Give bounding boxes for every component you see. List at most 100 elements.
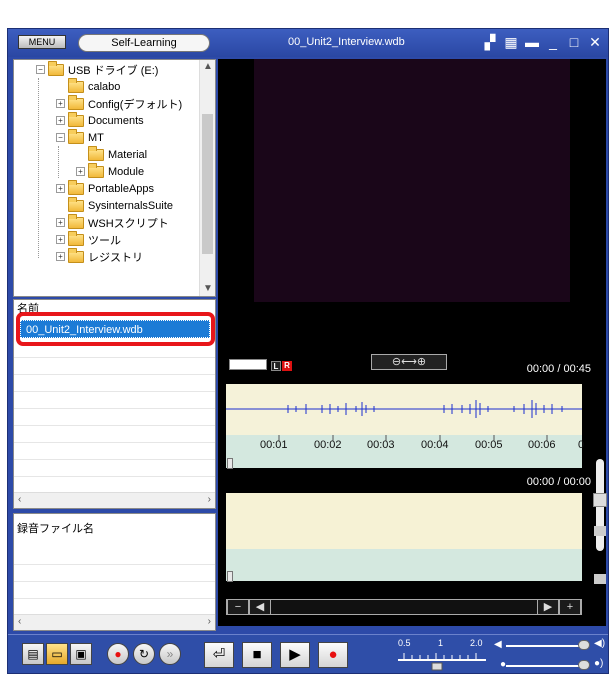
tree-item-tools[interactable]: + ツール: [56, 230, 121, 248]
row-divider: [14, 564, 215, 565]
expand-icon[interactable]: +: [56, 184, 65, 193]
open-folder-icon[interactable]: ▭: [46, 643, 68, 665]
speed-max-label: 2.0: [470, 638, 483, 648]
scroll-right-icon[interactable]: ▶: [537, 600, 559, 614]
tree-item-config[interactable]: + Config(デフォルト): [56, 94, 183, 112]
tree-item-documents[interactable]: + Documents: [56, 111, 144, 129]
channel-level-box: [229, 359, 267, 370]
scroll-down-icon[interactable]: ▼: [200, 282, 215, 296]
minimize-bar-icon[interactable]: ▬: [525, 34, 539, 50]
time-display-bottom: 00:00 / 00:00: [526, 476, 591, 488]
tree-item-label: ツール: [88, 234, 121, 247]
waveform-track[interactable]: [226, 384, 582, 435]
scroll-left-icon[interactable]: ‹: [18, 494, 21, 505]
window-title: 00_Unit2_Interview.wdb: [288, 36, 405, 48]
left-channel-toggle[interactable]: L: [271, 361, 281, 371]
folder-tree[interactable]: − USB ドライブ (E:) calabo + Config(デフォルト) +…: [13, 59, 216, 297]
tick-label: 00:03: [367, 439, 395, 451]
tree-item-label: Config(デフォルト): [88, 98, 183, 111]
recording-list-horizontal-scrollbar[interactable]: ‹ ›: [14, 614, 215, 630]
mic-volume-track[interactable]: [506, 665, 588, 667]
mode-selector[interactable]: Self-Learning: [78, 34, 210, 52]
highlight-annotation: [16, 312, 215, 346]
row-divider: [14, 442, 215, 443]
folder-icon: [68, 128, 84, 144]
collapse-icon[interactable]: −: [36, 65, 45, 74]
minimize-icon[interactable]: _: [546, 34, 560, 50]
row-divider: [14, 581, 215, 582]
expand-icon[interactable]: +: [56, 235, 65, 244]
volume-slider-knob[interactable]: [578, 640, 590, 650]
right-channel-toggle[interactable]: R: [282, 361, 292, 371]
repeat-icon[interactable]: ↻: [133, 643, 155, 665]
return-to-start-icon[interactable]: ⏎: [204, 642, 234, 668]
record-icon[interactable]: ●: [318, 642, 348, 668]
expand-icon[interactable]: +: [76, 167, 85, 176]
time-display-top: 00:00 / 00:45: [526, 363, 591, 375]
tree-item-label: calabo: [88, 80, 121, 93]
folder-icon: [68, 179, 84, 195]
save-icon[interactable]: [594, 574, 606, 584]
scroll-right-icon[interactable]: ›: [208, 616, 211, 627]
tree-item-usb-drive[interactable]: − USB ドライブ (E:): [36, 60, 159, 78]
speed-slider[interactable]: [396, 649, 488, 671]
document-icon[interactable]: ▤: [22, 643, 44, 665]
recording-list[interactable]: 録音ファイル名 ‹ ›: [13, 513, 216, 631]
mic-loud-icon: ●): [594, 658, 604, 669]
track-volume-knob[interactable]: [593, 493, 607, 507]
zoom-out-timeline-icon[interactable]: −: [227, 600, 249, 614]
scroll-thumb[interactable]: [202, 114, 213, 254]
folder-icon: [88, 162, 104, 178]
stop-icon[interactable]: ■: [242, 642, 272, 668]
scroll-up-icon[interactable]: ▲: [200, 60, 215, 74]
tree-item-material[interactable]: Material: [76, 145, 147, 163]
tree-item-registry[interactable]: + レジストリ: [56, 247, 143, 265]
scroll-left-icon[interactable]: ‹: [18, 616, 21, 627]
recording-track[interactable]: [226, 493, 582, 549]
playhead-marker[interactable]: [227, 458, 233, 469]
tree-item-label: WSHスクリプト: [88, 217, 169, 230]
recording-playhead-marker[interactable]: [227, 571, 233, 582]
zoom-in-timeline-icon[interactable]: +: [559, 600, 581, 614]
scroll-left-icon[interactable]: ◀: [249, 600, 271, 614]
tree-item-wsh-scripts[interactable]: + WSHスクリプト: [56, 213, 169, 231]
recording-name-header[interactable]: 録音ファイル名: [17, 520, 94, 536]
file-list[interactable]: 名前 00_Unit2_Interview.wdb ‹ ›: [13, 299, 216, 509]
expand-icon[interactable]: +: [56, 218, 65, 227]
maximize-icon[interactable]: □: [567, 34, 581, 50]
recording-timeline[interactable]: [226, 549, 582, 581]
expand-icon[interactable]: +: [56, 252, 65, 261]
tree-item-calabo[interactable]: calabo: [56, 77, 121, 95]
file-list-horizontal-scrollbar[interactable]: ‹ ›: [14, 492, 215, 508]
tick-label: 00:01: [260, 439, 288, 451]
play-icon[interactable]: ▶: [280, 642, 310, 668]
mic-volume-knob[interactable]: [578, 660, 590, 670]
grid-icon[interactable]: ▦: [504, 34, 518, 50]
tree-item-module[interactable]: + Module: [76, 162, 144, 180]
record-mode-icon[interactable]: ●: [107, 643, 129, 665]
collapse-icon[interactable]: −: [56, 133, 65, 142]
layout-icon[interactable]: ▞: [483, 34, 497, 50]
expand-icon[interactable]: +: [56, 99, 65, 108]
folder-icon[interactable]: [594, 526, 606, 536]
close-icon[interactable]: ✕: [588, 34, 602, 50]
volume-slider-track[interactable]: [506, 645, 588, 647]
menu-button[interactable]: MENU: [18, 35, 66, 49]
zoom-control[interactable]: ⊖⟷⊕: [371, 354, 447, 370]
tree-item-mt[interactable]: − MT: [56, 128, 104, 146]
waveform: [226, 400, 582, 418]
row-divider: [14, 425, 215, 426]
tree-item-portableapps[interactable]: + PortableApps: [56, 179, 154, 197]
speed-mid-label: 1: [438, 638, 444, 648]
tree-vertical-scrollbar[interactable]: ▲ ▼: [199, 60, 215, 296]
scroll-right-icon[interactable]: ›: [208, 494, 211, 505]
tree-item-sysinternals[interactable]: SysinternalsSuite: [56, 196, 173, 214]
timeline-scrollbar[interactable]: − ◀ ▶ +: [226, 599, 582, 615]
save-icon[interactable]: ▣: [70, 643, 92, 665]
video-viewport[interactable]: [254, 59, 570, 302]
tree-item-label: USB ドライブ (E:): [68, 64, 159, 77]
row-divider: [14, 598, 215, 599]
row-divider: [14, 391, 215, 392]
skip-forward-icon[interactable]: »: [159, 643, 181, 665]
expand-icon[interactable]: +: [56, 116, 65, 125]
